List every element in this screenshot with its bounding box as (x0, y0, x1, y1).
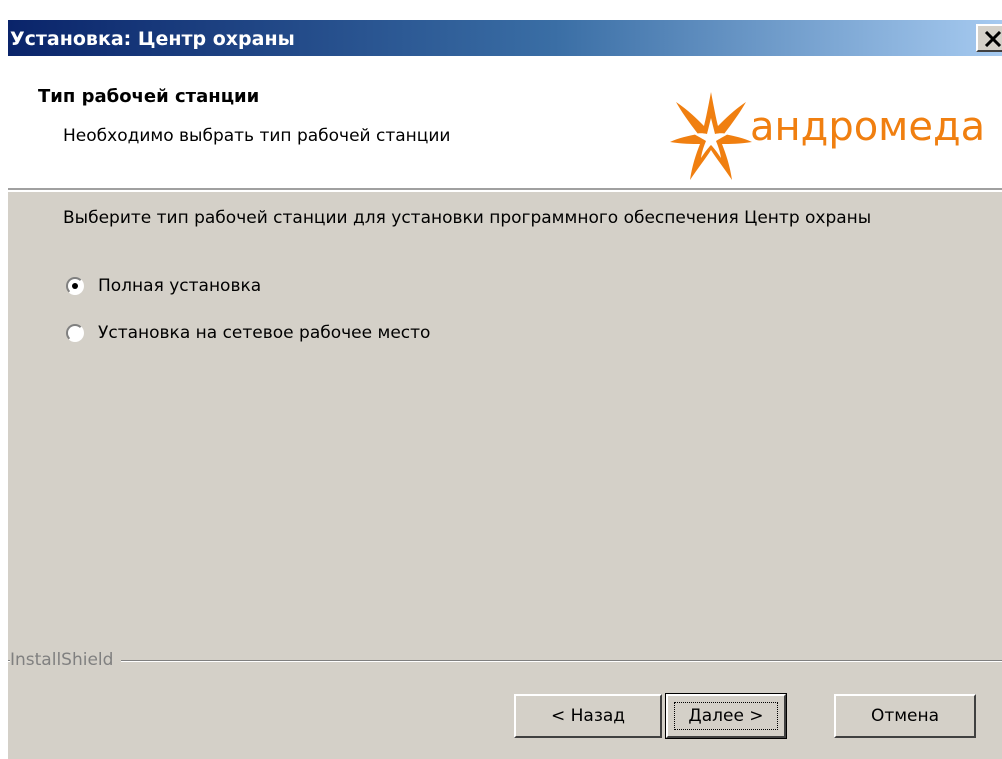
radio-selected-dot (72, 283, 78, 289)
installshield-brand: InstallShield (10, 650, 122, 670)
title-bar[interactable]: Установка: Центр охраны (8, 20, 1002, 56)
header-panel: Тип рабочей станции Необходимо выбрать т… (8, 56, 1002, 192)
divider-line (8, 660, 1002, 662)
cancel-button[interactable]: Отмена (834, 694, 976, 738)
option-full-install[interactable]: Полная установка (66, 274, 261, 298)
window-title: Установка: Центр охраны (10, 28, 295, 50)
next-button[interactable]: Далее > (665, 693, 787, 739)
next-button-label: Далее > (688, 706, 764, 726)
option-label[interactable]: Установка на сетевое рабочее место (98, 323, 430, 343)
back-button[interactable]: < Назад (514, 694, 662, 738)
installer-window: Установка: Центр охраны Тип рабочей стан… (8, 20, 1002, 759)
andromeda-logo: андромеда (668, 88, 988, 184)
page-subtitle: Необходимо выбрать тип рабочей станции (63, 126, 451, 146)
back-button-label: < Назад (550, 706, 626, 726)
instruction-text: Выберите тип рабочей станции для установ… (63, 208, 872, 228)
page-title: Тип рабочей станции (38, 86, 260, 107)
cancel-button-label: Отмена (870, 706, 940, 726)
radio-network-install[interactable] (66, 324, 84, 342)
radio-full-install[interactable] (66, 277, 84, 295)
option-network-install[interactable]: Установка на сетевое рабочее место (66, 321, 430, 345)
installshield-divider: InstallShield (8, 650, 1002, 670)
logo-text: андромеда (750, 104, 986, 150)
option-label[interactable]: Полная установка (98, 276, 261, 296)
close-button[interactable] (976, 24, 1002, 52)
close-icon (984, 31, 1002, 47)
star-logo-icon (670, 92, 752, 180)
